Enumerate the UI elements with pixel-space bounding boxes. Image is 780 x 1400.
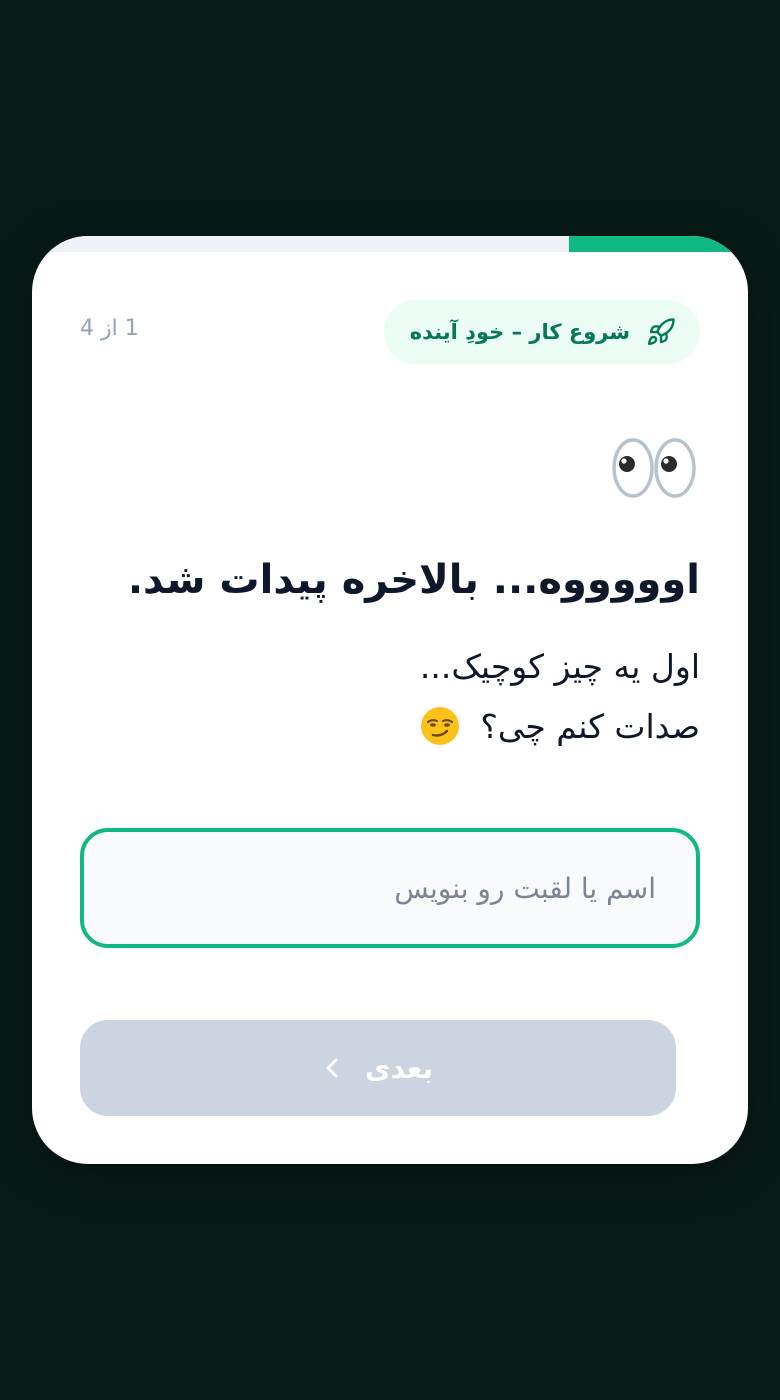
smirk-emoji xyxy=(420,707,459,745)
chevron-left-icon xyxy=(326,1058,338,1078)
intro-line-2-text: صدات کنم چی؟ xyxy=(480,707,700,746)
intro-line-1: اول یه چیز کوچیک... xyxy=(419,647,700,686)
eyes-emoji xyxy=(612,438,696,498)
progress-bar xyxy=(32,236,748,252)
page-background: 1 از 4 شروع کار – خودِ آینده اوووووه... … xyxy=(0,0,780,1400)
next-button[interactable]: بعدی xyxy=(80,1020,676,1116)
page-title: اوووووه... بالاخره پیدات شد. xyxy=(127,557,700,603)
intro-line-2: صدات کنم چی؟ xyxy=(80,704,700,750)
section-badge-label: شروع کار – خودِ آینده xyxy=(409,320,630,344)
progress-bar-fill xyxy=(569,236,748,252)
step-counter: 1 از 4 xyxy=(80,316,139,341)
name-input[interactable] xyxy=(84,832,696,944)
section-badge: شروع کار – خودِ آینده xyxy=(383,300,700,364)
rocket-icon xyxy=(647,318,675,346)
next-button-label: بعدی xyxy=(364,1051,434,1085)
onboarding-card: 1 از 4 شروع کار – خودِ آینده اوووووه... … xyxy=(32,236,748,1164)
name-input-container xyxy=(80,828,700,948)
